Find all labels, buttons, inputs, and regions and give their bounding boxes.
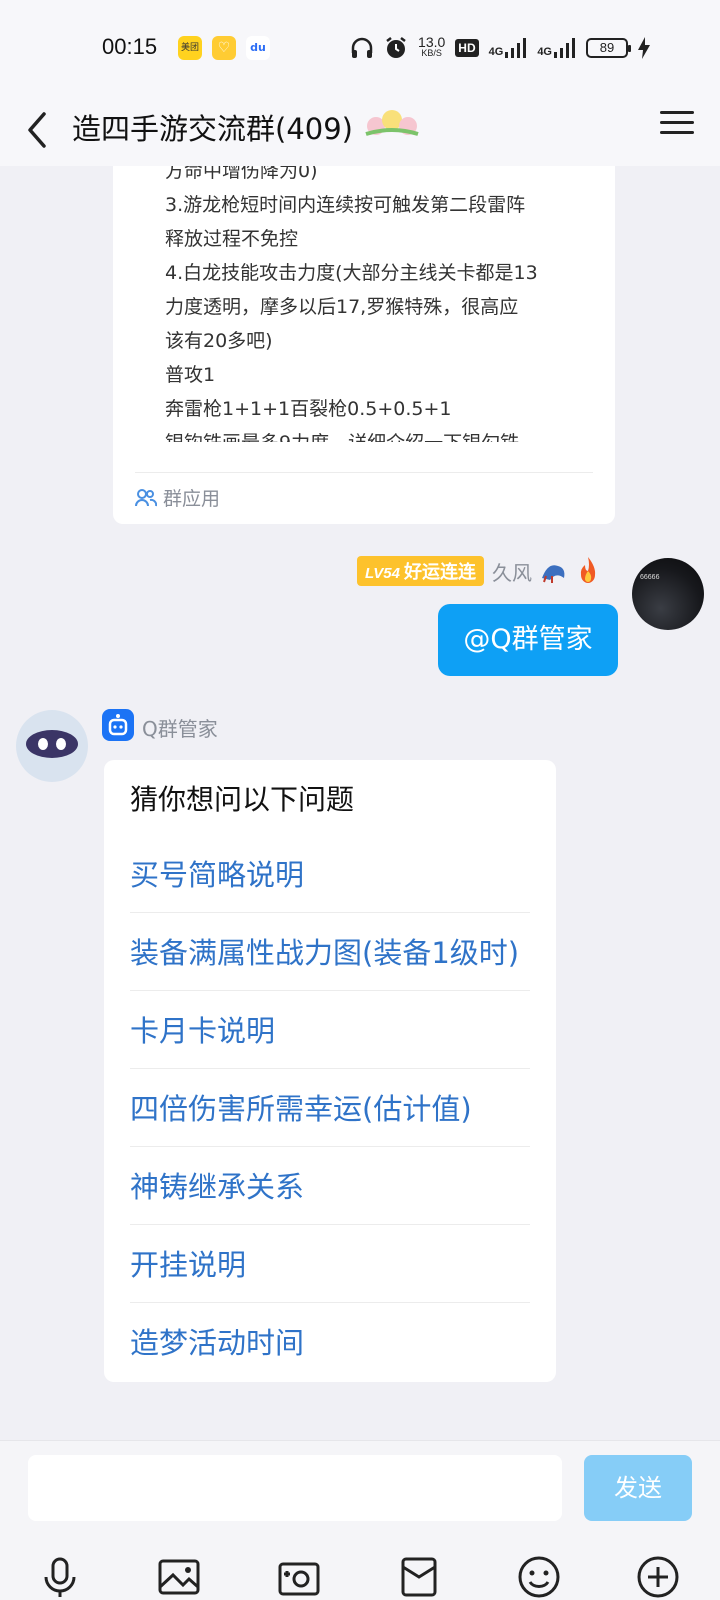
card-line: 4.白龙技能攻击力度(大部分主线关卡都是13 <box>165 262 538 284</box>
bot-badge-icon <box>102 709 134 741</box>
question-link[interactable]: 造梦活动时间 <box>130 1320 304 1362</box>
bot-avatar[interactable] <box>16 710 88 782</box>
add-plus-icon[interactable] <box>634 1553 682 1600</box>
charging-icon <box>638 37 650 59</box>
image-icon[interactable] <box>155 1553 203 1600</box>
bot-reply-card: 猜你想问以下问题 买号简略说明 装备满属性战力图(装备1级时) 卡月卡说明 四倍… <box>104 760 556 1382</box>
hd-badge: HD <box>455 39 479 57</box>
send-button[interactable]: 发送 <box>584 1455 692 1521</box>
signal-1: 4G <box>489 38 528 58</box>
back-arrow-icon[interactable] <box>22 104 66 156</box>
signal-bars-icon <box>554 38 575 58</box>
card-line: 奔雷枪1+1+1百裂枪0.5+0.5+1 <box>165 398 452 420</box>
divider <box>130 990 530 991</box>
level-badge: LV54 好运连连 <box>356 556 484 586</box>
divider <box>130 912 530 913</box>
card-line: 方命中增伤降为0) <box>165 166 318 182</box>
flower-decoration-icon <box>365 110 419 136</box>
red-packet-icon[interactable] <box>395 1553 443 1600</box>
baidu-app-icon: du <box>246 36 270 60</box>
bot-card-heading: 猜你想问以下问题 <box>130 783 355 816</box>
signal-2: 4G <box>537 38 576 58</box>
alarm-icon <box>386 37 406 58</box>
robot-face-icon <box>26 730 78 758</box>
heart-app-icon: ♡ <box>212 36 236 60</box>
group-people-icon <box>135 488 157 506</box>
card-line: 力度透明，摩多以后17,罗猴特殊，很高应 <box>165 296 519 318</box>
card-line: 释放过程不免控 <box>165 228 299 250</box>
menu-icon[interactable] <box>660 106 694 136</box>
card-line: 普攻1 <box>165 364 216 386</box>
divider <box>130 1068 530 1069</box>
microphone-icon[interactable] <box>36 1553 84 1600</box>
input-area: 发送 <box>0 1440 720 1600</box>
message-input[interactable] <box>28 1455 562 1521</box>
emoji-icon[interactable] <box>515 1553 563 1600</box>
headphones-icon <box>351 37 373 58</box>
group-app-link[interactable]: 群应用 <box>135 484 220 511</box>
network-speed: 13.0 KB/S <box>418 34 446 58</box>
question-link[interactable]: 装备满属性战力图(装备1级时) <box>130 930 519 972</box>
user-avatar[interactable]: 66666 <box>632 558 704 630</box>
divider <box>130 1224 530 1225</box>
signal-bars-icon <box>505 38 527 58</box>
card-line: 3.游龙枪短时间内连续按可触发第二段雷阵 <box>165 194 526 216</box>
question-link[interactable]: 四倍伤害所需幸运(估计值) <box>130 1086 472 1128</box>
group-app-label: 群应用 <box>163 488 221 510</box>
group-app-card[interactable]: 方命中增伤降为0) 3.游龙枪短时间内连续按可触发第二段雷阵 释放过程不免控 4… <box>113 166 615 524</box>
status-time: 00:15 <box>102 34 158 59</box>
sender-name[interactable]: 久风 <box>492 557 532 586</box>
sent-message-bubble[interactable]: @Q群管家 <box>438 604 618 676</box>
camera-icon[interactable] <box>275 1553 323 1600</box>
divider <box>130 1146 530 1147</box>
group-title[interactable]: 造四手游交流群(409) <box>72 106 353 148</box>
status-bar: 00:15 美团 ♡ du 13.0 KB/S HD 4G 4G 89 <box>0 0 720 96</box>
divider <box>130 1302 530 1303</box>
question-link[interactable]: 卡月卡说明 <box>130 1008 275 1050</box>
chat-header: 造四手游交流群(409) <box>0 96 720 166</box>
question-link[interactable]: 开挂说明 <box>130 1242 246 1284</box>
battery-indicator: 89 <box>586 38 631 58</box>
question-link[interactable]: 买号简略说明 <box>130 852 304 894</box>
meituan-app-icon: 美团 <box>178 36 202 60</box>
card-content: 方命中增伤降为0) 3.游龙枪短时间内连续按可触发第二段雷阵 释放过程不免控 4… <box>165 166 585 460</box>
card-line: 该有20多吧) <box>165 330 273 352</box>
fire-icon <box>580 557 596 583</box>
sender-info: LV54 好运连连 久风 <box>356 556 600 586</box>
bot-name: Q群管家 <box>142 717 218 741</box>
divider <box>135 472 593 473</box>
dragon-icon <box>542 565 565 583</box>
question-link[interactable]: 神铸继承关系 <box>130 1164 304 1206</box>
